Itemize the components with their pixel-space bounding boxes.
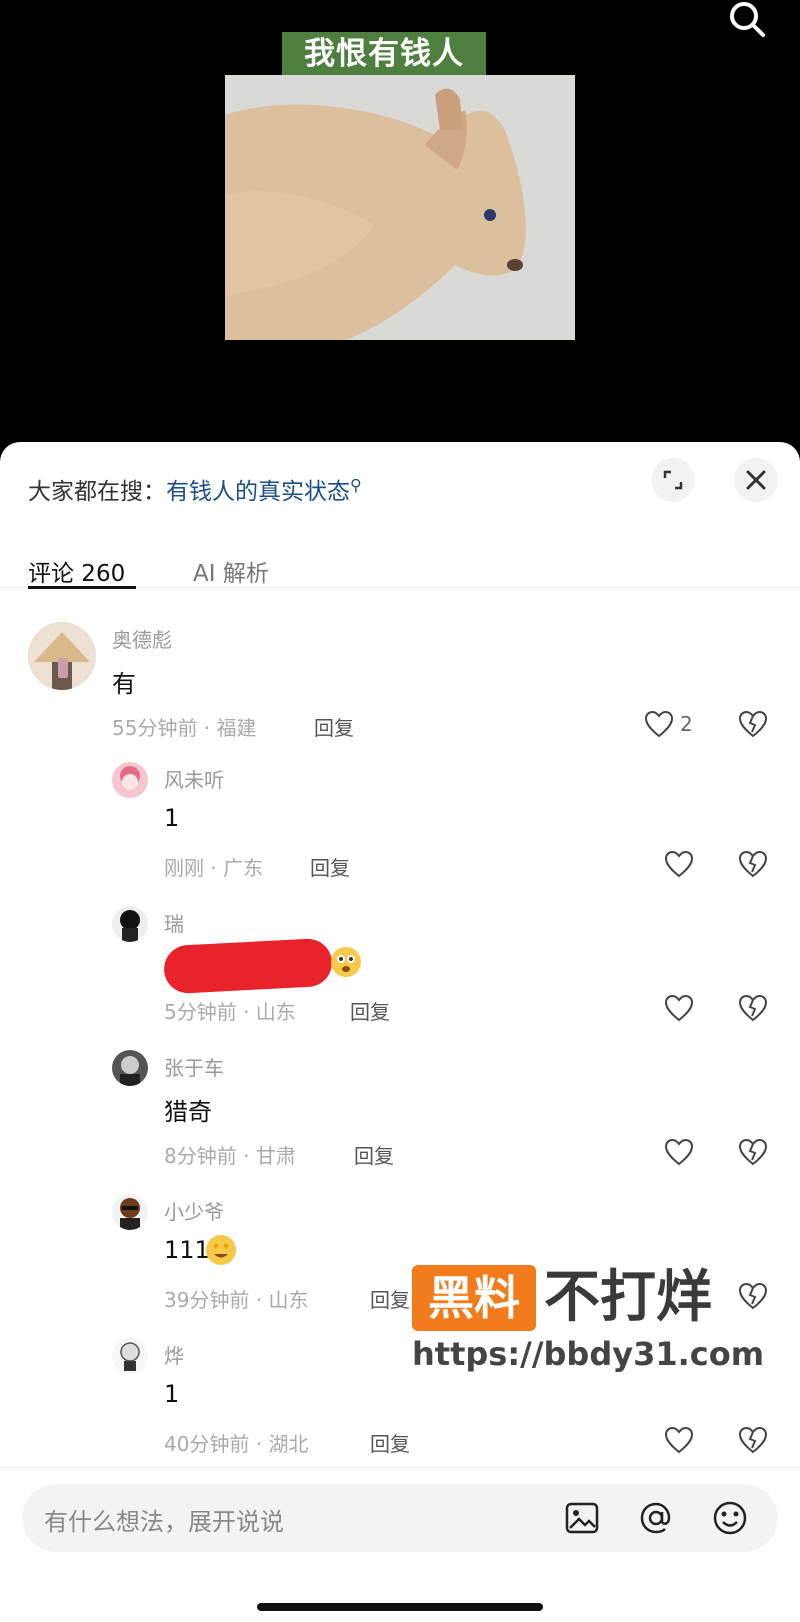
meme-caption: 我恨有钱人 — [282, 32, 486, 76]
comment-username[interactable]: 小少爷 — [164, 1196, 224, 1225]
like-icon[interactable] — [644, 710, 674, 738]
reply-button[interactable]: 回复 — [370, 1428, 410, 1457]
reply-button[interactable]: 回复 — [310, 852, 350, 881]
avatar[interactable] — [112, 1050, 148, 1086]
trend-link[interactable]: 有钱人的真实状态 — [166, 479, 350, 505]
watermark-url: https://bbdy31.com — [412, 1335, 765, 1373]
avatar[interactable] — [28, 622, 96, 690]
emoji-icon — [330, 946, 362, 978]
comment-username[interactable]: 瑞 — [164, 908, 184, 937]
comment-time-location: 5分钟前 · 山东 — [164, 1000, 296, 1024]
image-icon[interactable] — [562, 1498, 602, 1538]
comment-text: 1 — [164, 1380, 180, 1408]
like-icon[interactable] — [664, 1426, 694, 1454]
like-icon[interactable] — [664, 850, 694, 878]
dislike-icon[interactable] — [738, 710, 768, 738]
dislike-icon[interactable] — [738, 1138, 768, 1166]
like-count: 2 — [680, 712, 693, 736]
comment-username[interactable]: 风未听 — [164, 764, 224, 793]
comment-input[interactable]: 有什么想法，展开说说 — [22, 1484, 778, 1552]
comment-username[interactable]: 烨 — [164, 1340, 184, 1369]
trending-search[interactable]: 大家都在搜：有钱人的真实状态⚲ — [28, 472, 362, 506]
comment-time-location: 55分钟前 · 福建 — [112, 716, 257, 740]
avatar[interactable] — [112, 906, 148, 942]
watermark-title: 不打烊 — [544, 1265, 712, 1330]
dislike-icon[interactable] — [738, 850, 768, 878]
reply-button[interactable]: 回复 — [370, 1284, 410, 1313]
expand-icon[interactable] — [651, 458, 695, 502]
dislike-icon[interactable] — [738, 1426, 768, 1454]
home-indicator[interactable] — [257, 1603, 543, 1611]
emoji-icon[interactable] — [710, 1498, 750, 1538]
watermark-badge: 黑料 — [412, 1265, 536, 1331]
avatar[interactable] — [112, 1194, 148, 1230]
comment-text: 111 — [164, 1236, 210, 1264]
comment-time-location: 刚刚 · 广东 — [164, 856, 264, 880]
comment-input-bar: 有什么想法，展开说说 — [0, 1467, 800, 1622]
emoji-icon — [205, 1234, 237, 1266]
close-icon[interactable] — [734, 458, 778, 502]
tab-bar: 评论 260 AI 解析 — [0, 542, 800, 589]
at-icon[interactable] — [636, 1498, 676, 1538]
search-icon[interactable] — [724, 0, 768, 40]
tab-ai-analysis[interactable]: AI 解析 — [193, 554, 269, 588]
search-small-icon: ⚲ — [350, 475, 362, 495]
comment-text: 猎奇 — [164, 1098, 212, 1126]
like-icon[interactable] — [664, 994, 694, 1022]
avatar[interactable] — [112, 762, 148, 798]
avatar[interactable] — [112, 1338, 148, 1374]
reply-button[interactable]: 回复 — [354, 1140, 394, 1169]
comment-username[interactable]: 奥德彪 — [112, 624, 172, 653]
redaction-mark — [162, 937, 334, 995]
comment-text: 有 — [112, 670, 136, 698]
tab-comments[interactable]: 评论 260 — [28, 554, 125, 588]
reply-button[interactable]: 回复 — [350, 996, 390, 1025]
comment-time-location: 40分钟前 · 湖北 — [164, 1432, 309, 1456]
dislike-icon[interactable] — [738, 994, 768, 1022]
comment-time-location: 8分钟前 · 甘肃 — [164, 1144, 296, 1168]
dislike-icon[interactable] — [738, 1282, 768, 1310]
reply-button[interactable]: 回复 — [314, 712, 354, 741]
video-area[interactable]: 我恨有钱人 — [0, 0, 800, 460]
comment-username[interactable]: 张于车 — [164, 1052, 224, 1081]
dog-photo — [225, 75, 575, 340]
trend-prefix: 大家都在搜： — [28, 479, 166, 505]
active-tab-indicator — [28, 586, 136, 589]
comment-sheet: 大家都在搜：有钱人的真实状态⚲ 评论 260 AI 解析 奥德彪 有 55分钟前… — [0, 442, 800, 1622]
input-placeholder: 有什么想法，展开说说 — [44, 1508, 284, 1536]
like-icon[interactable] — [664, 1138, 694, 1166]
comment-text: 1 — [164, 804, 180, 832]
comment-time-location: 39分钟前 · 山东 — [164, 1288, 309, 1312]
